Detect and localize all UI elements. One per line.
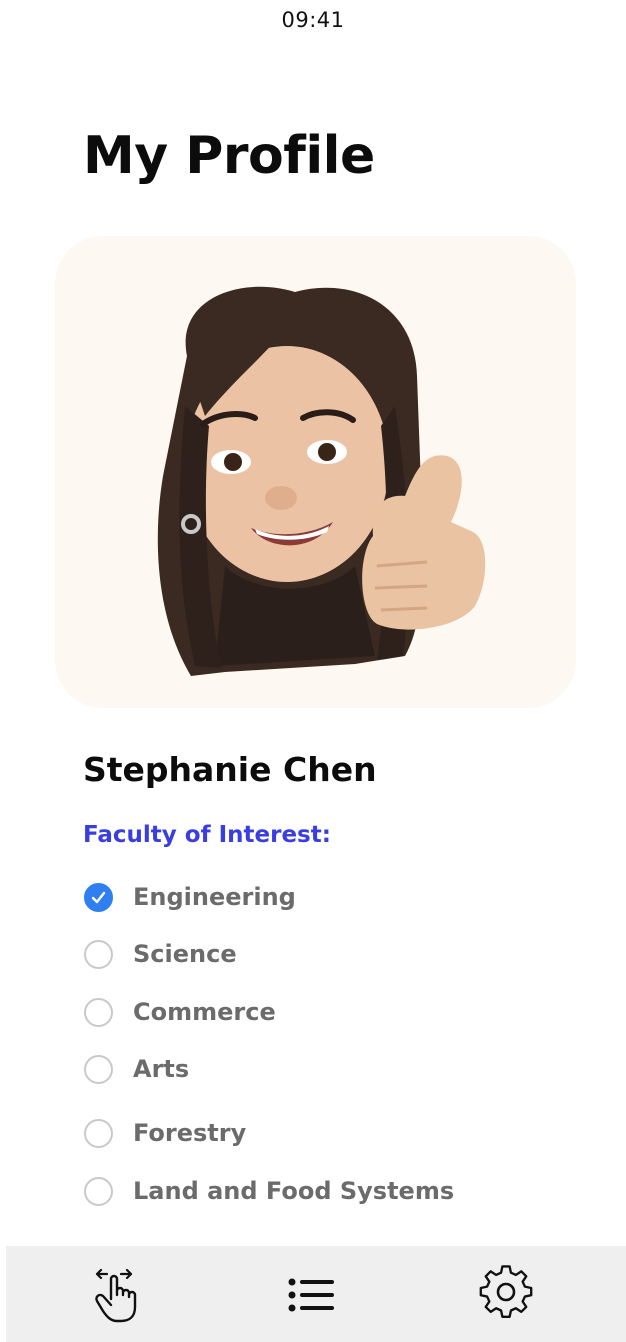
- faculty-option-label: Commerce: [133, 998, 276, 1026]
- faculty-option-forestry[interactable]: Forestry: [84, 1116, 246, 1150]
- avatar: [157, 286, 486, 676]
- radio-unchecked-icon[interactable]: [84, 1176, 113, 1206]
- tab-settings[interactable]: [471, 1260, 541, 1330]
- faculty-option-label: Science: [133, 940, 237, 968]
- tab-swipe[interactable]: [82, 1260, 152, 1330]
- faculty-option-commerce[interactable]: Commerce: [84, 995, 276, 1029]
- radio-unchecked-icon[interactable]: [84, 997, 113, 1027]
- radio-unchecked-icon[interactable]: [84, 939, 113, 969]
- gear-icon: [479, 1265, 533, 1318]
- faculty-option-land-and-food-systems[interactable]: Land and Food Systems: [84, 1174, 454, 1208]
- swipe-gesture-icon: [95, 1268, 137, 1323]
- faculty-option-arts[interactable]: Arts: [84, 1052, 189, 1086]
- list-icon: [288, 1278, 334, 1312]
- tab-list[interactable]: [275, 1260, 345, 1330]
- faculty-option-label: Arts: [133, 1055, 190, 1083]
- radio-unchecked-icon[interactable]: [84, 1118, 113, 1148]
- faculty-option-label: Forestry: [133, 1119, 247, 1147]
- faculty-option-label: Engineering: [133, 883, 296, 911]
- page-title: My Profile: [83, 126, 375, 186]
- faculty-option-science[interactable]: Science: [84, 937, 237, 971]
- bottom-tab-bar: [6, 1246, 626, 1342]
- avatar-card: [55, 236, 576, 708]
- user-name: Stephanie Chen: [83, 750, 377, 789]
- faculty-option-engineering[interactable]: Engineering: [84, 880, 296, 914]
- status-bar-time: 09:41: [281, 8, 345, 32]
- radio-unchecked-icon[interactable]: [84, 1054, 113, 1084]
- faculty-of-interest-label: Faculty of Interest:: [83, 822, 331, 848]
- checkmark-circle-icon[interactable]: [84, 882, 113, 912]
- faculty-option-label: Land and Food Systems: [133, 1177, 455, 1205]
